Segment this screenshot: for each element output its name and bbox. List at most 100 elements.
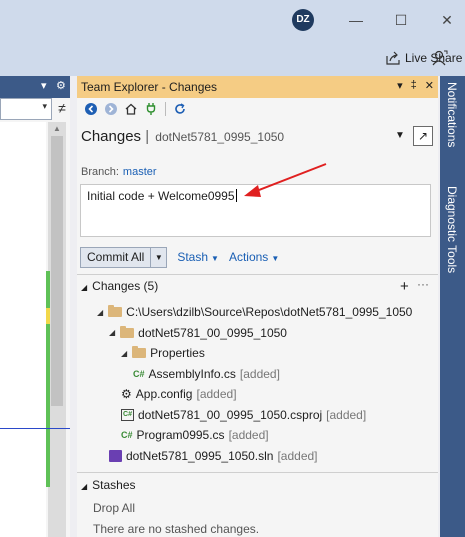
team-explorer-panel: Team Explorer - Changes ▾ ‡ ✕ Changes | … <box>77 76 438 537</box>
refresh-icon[interactable] <box>172 101 188 117</box>
change-marker-green <box>46 271 50 487</box>
tab-notifications[interactable]: Notifications <box>445 82 459 147</box>
team-explorer-toolbar <box>77 98 438 120</box>
csharp-file-icon: C# <box>121 430 133 440</box>
expand-toggle-icon[interactable]: ◢ <box>97 308 103 317</box>
no-stashes-message: There are no stashed changes. <box>93 522 260 536</box>
navigate-page-icon[interactable]: ↗ <box>413 126 433 146</box>
stash-menu[interactable]: Stash ▼ <box>177 250 219 264</box>
tree-item[interactable]: dotNet5781_0995_1050.sln [added] <box>109 448 318 464</box>
back-icon[interactable] <box>83 101 99 117</box>
commit-actions-bar: Commit All ▼ Stash ▼ Actions ▼ <box>80 245 438 269</box>
page-dropdown-icon[interactable]: ▼ <box>395 130 405 141</box>
gear-icon[interactable]: ⚙ <box>56 79 66 92</box>
tree-item[interactable]: C# dotNet5781_00_0995_1050.csproj [added] <box>121 407 366 423</box>
actions-label: Actions <box>228 250 269 264</box>
folder-icon <box>132 346 147 358</box>
share-icon <box>386 51 400 65</box>
tree-item-name: dotNet5781_00_0995_1050.csproj <box>138 407 323 422</box>
section-divider <box>77 472 438 473</box>
branch-link[interactable]: master <box>123 166 157 178</box>
tree-item-status: [added] <box>228 428 269 442</box>
solution-file-icon <box>109 449 122 462</box>
tree-item[interactable]: ◢ Properties <box>121 345 205 361</box>
page-header: Changes | dotNet5781_0995_1050 ▼ ↗ <box>77 126 438 152</box>
tree-item[interactable]: ◢ C:\Users\dzilb\Source\Repos\dotNet5781_… <box>97 304 412 320</box>
minimize-button[interactable]: — <box>346 10 366 30</box>
collapse-icon: ◢ <box>81 283 88 292</box>
member-dropdown[interactable]: ▾ <box>0 98 52 120</box>
tree-item[interactable]: C# Program0995.cs [added] <box>121 427 269 443</box>
team-explorer-title: Team Explorer - Changes <box>81 80 218 94</box>
window-position-dropdown-icon[interactable]: ▾ <box>397 79 403 92</box>
repository-name[interactable]: dotNet5781_0995_1050 <box>155 130 284 144</box>
expand-toggle-icon[interactable]: ◢ <box>121 349 127 358</box>
editor-panel: ▾ ⚙ ▾ ≠ ▲ <box>0 76 70 537</box>
change-marker-yellow <box>46 308 50 324</box>
connect-plug-icon[interactable] <box>143 101 159 117</box>
home-icon[interactable] <box>123 101 139 117</box>
changes-section-header[interactable]: ◢ Changes (5) <box>81 279 158 293</box>
stash-label: Stash <box>177 250 209 264</box>
chevron-down-icon: ▼ <box>211 254 219 263</box>
tab-diagnostic-tools[interactable]: Diagnostic Tools <box>445 186 459 273</box>
stashes-section-title: Stashes <box>92 478 136 492</box>
close-icon[interactable]: ✕ <box>425 79 434 92</box>
expand-toggle-icon[interactable]: ◢ <box>109 328 115 337</box>
tree-item[interactable]: C# AssemblyInfo.cs [added] <box>133 366 280 382</box>
editor-header: ▾ ⚙ <box>0 76 70 98</box>
account-avatar[interactable]: DZ <box>292 9 314 31</box>
maximize-button[interactable]: ☐ <box>391 10 411 30</box>
caret-line-marker <box>0 428 70 429</box>
tree-item-name: C:\Users\dzilb\Source\Repos\dotNet5781_0… <box>126 305 413 319</box>
chevron-down-icon: ▼ <box>271 254 280 263</box>
tree-item-status: [added] <box>326 407 367 422</box>
config-file-icon: ⚙ <box>121 387 132 401</box>
actions-menu[interactable]: Actions ▼ <box>229 250 279 264</box>
tree-item-name: dotNet5781_00_0995_1050 <box>138 325 287 340</box>
team-explorer-header: Team Explorer - Changes ▾ ‡ ✕ <box>77 76 438 98</box>
feedback-icon[interactable] <box>430 49 448 67</box>
csharp-file-icon: C# <box>133 368 145 379</box>
side-tab-strip: Notifications Diagnostic Tools <box>440 76 465 537</box>
commit-options-dropdown[interactable]: ▼ <box>151 246 168 268</box>
more-options-icon[interactable]: ··· <box>417 277 429 291</box>
page-title-separator: | <box>145 128 150 145</box>
tree-item-name: App.config <box>135 387 193 401</box>
section-divider <box>77 274 438 275</box>
pin-icon[interactable]: ‡ <box>411 79 417 92</box>
scroll-thumb[interactable] <box>51 136 63 406</box>
tree-item-status: [added] <box>196 387 237 401</box>
tree-item-name: AssemblyInfo.cs <box>148 366 236 381</box>
live-share-button[interactable]: Live Share <box>386 48 462 68</box>
branch-info: Branch: master <box>81 166 157 178</box>
folder-icon <box>108 305 123 317</box>
stashes-section-header[interactable]: ◢ Stashes <box>81 478 136 492</box>
drop-all-link[interactable]: Drop All <box>93 501 135 515</box>
tree-item-name: Properties <box>150 346 205 360</box>
tree-item-status: [added] <box>239 366 280 381</box>
toolbar-separator <box>165 102 166 116</box>
forward-icon[interactable] <box>103 101 119 117</box>
changes-section-title: Changes (5) <box>92 279 159 293</box>
chevron-down-icon[interactable]: ▾ <box>41 79 47 92</box>
annotation-arrow <box>244 163 327 197</box>
close-button[interactable]: ✕ <box>437 10 457 30</box>
page-title: Changes <box>81 128 142 145</box>
tree-item-name: dotNet5781_0995_1050.sln <box>126 448 274 463</box>
collapse-icon: ◢ <box>81 482 88 491</box>
branch-label: Branch: <box>81 166 119 178</box>
share-bar: Live Share <box>0 40 465 76</box>
scroll-up-arrow-icon[interactable]: ▲ <box>48 124 66 136</box>
tree-item-name: Program0995.cs <box>136 428 225 442</box>
title-bar: DZ — ☐ ✕ <box>0 0 465 40</box>
stage-all-plus-icon[interactable]: + <box>400 278 409 295</box>
split-editor-icon[interactable]: ≠ <box>54 98 70 120</box>
commit-message-text: Initial code + Welcome0995 <box>87 189 235 203</box>
tree-item-status: [added] <box>277 448 318 463</box>
chevron-down-icon: ▾ <box>42 101 47 111</box>
tree-item[interactable]: ◢ dotNet5781_00_0995_1050 <box>109 325 287 341</box>
editor-gutter <box>0 122 46 537</box>
commit-all-button[interactable]: Commit All <box>80 246 152 268</box>
tree-item[interactable]: ⚙ App.config [added] <box>121 386 237 402</box>
